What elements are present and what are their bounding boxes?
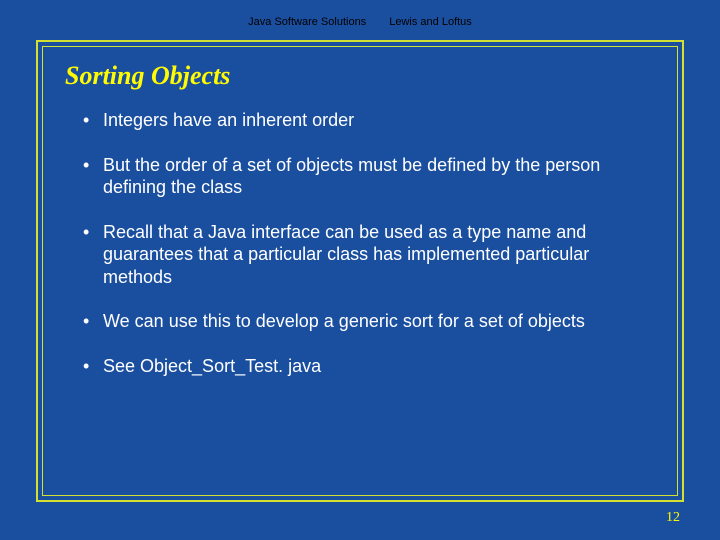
slide-title: Sorting Objects <box>65 61 655 91</box>
page-number: 12 <box>666 510 680 526</box>
list-item: But the order of a set of objects must b… <box>65 154 655 199</box>
inner-frame: Sorting Objects Integers have an inheren… <box>42 46 678 496</box>
outer-frame: Sorting Objects Integers have an inheren… <box>36 40 684 502</box>
list-item: See Object_Sort_Test. java <box>65 355 655 378</box>
list-item: Integers have an inherent order <box>65 109 655 132</box>
bullet-list: Integers have an inherent order But the … <box>65 109 655 377</box>
header-authors: Lewis and Loftus <box>389 16 472 28</box>
list-item: We can use this to develop a generic sor… <box>65 310 655 333</box>
slide-header: Java Software Solutions Lewis and Loftus <box>0 0 720 34</box>
header-book-title: Java Software Solutions <box>248 16 366 28</box>
list-item: Recall that a Java interface can be used… <box>65 221 655 289</box>
